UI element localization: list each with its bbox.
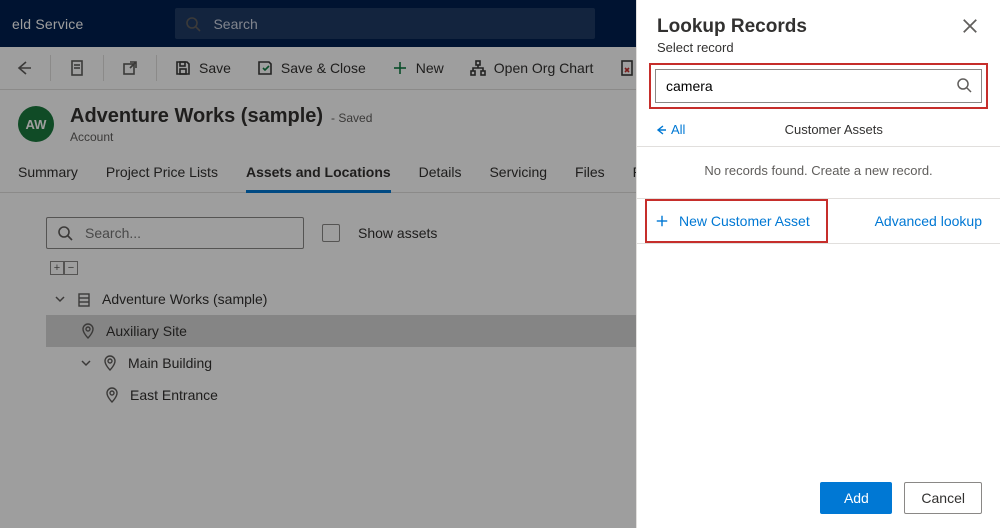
search-icon xyxy=(57,225,73,241)
org-label: Open Org Chart xyxy=(494,60,594,76)
global-search-input[interactable] xyxy=(211,15,585,33)
lookup-category: Customer Assets xyxy=(685,122,982,137)
new-button[interactable]: New xyxy=(382,47,454,89)
new-label: New Customer Asset xyxy=(679,213,810,229)
tab-summary[interactable]: Summary xyxy=(18,154,78,192)
new-label: New xyxy=(416,60,444,76)
app-name: eld Service xyxy=(0,16,95,32)
location-icon xyxy=(80,323,96,339)
divider xyxy=(156,55,157,81)
popout-icon xyxy=(122,60,138,76)
save-close-icon xyxy=(257,60,273,76)
save-close-button[interactable]: Save & Close xyxy=(247,47,376,89)
tree-node-label: East Entrance xyxy=(130,387,218,403)
no-results-message: No records found. Create a new record. xyxy=(637,147,1000,198)
tab-assets-locations[interactable]: Assets and Locations xyxy=(246,154,391,192)
plus-icon xyxy=(655,214,669,228)
divider xyxy=(50,55,51,81)
tree-search[interactable] xyxy=(46,217,304,249)
save-close-label: Save & Close xyxy=(281,60,366,76)
lookup-search-input[interactable] xyxy=(655,69,982,103)
global-search[interactable] xyxy=(175,8,595,39)
divider xyxy=(103,55,104,81)
tree-node-label: Adventure Works (sample) xyxy=(102,291,267,307)
tree-search-input[interactable] xyxy=(83,224,293,242)
arrow-left-icon xyxy=(16,60,32,76)
panel-title: Lookup Records xyxy=(657,16,807,38)
collapse-all-button[interactable]: − xyxy=(64,261,78,275)
search-icon xyxy=(956,77,972,93)
search-icon xyxy=(185,16,201,32)
new-customer-asset-button[interactable]: New Customer Asset xyxy=(655,207,822,235)
add-button[interactable]: Add xyxy=(820,482,892,514)
saved-indicator: - Saved xyxy=(331,111,372,125)
tree-node-label: Main Building xyxy=(128,355,212,371)
open-org-chart-button[interactable]: Open Org Chart xyxy=(460,47,604,89)
popout-button[interactable] xyxy=(112,47,148,89)
show-assets-label: Show assets xyxy=(358,225,437,241)
panel-subtitle: Select record xyxy=(657,40,807,55)
org-chart-icon xyxy=(470,60,486,76)
arrow-left-icon xyxy=(655,124,667,136)
document-icon xyxy=(69,60,85,76)
chevron-down-icon xyxy=(80,357,92,369)
tab-price-lists[interactable]: Project Price Lists xyxy=(106,154,218,192)
cancel-button[interactable]: Cancel xyxy=(904,482,982,514)
location-icon xyxy=(102,355,118,371)
tab-files[interactable]: Files xyxy=(575,154,605,192)
advanced-lookup-link[interactable]: Advanced lookup xyxy=(875,213,982,229)
record-title: Adventure Works (sample) xyxy=(70,105,323,128)
tab-servicing[interactable]: Servicing xyxy=(489,154,547,192)
form-selector-button[interactable] xyxy=(59,47,95,89)
lookup-back-all[interactable]: All xyxy=(655,122,685,137)
deactivate-icon xyxy=(619,60,635,76)
close-icon xyxy=(960,16,980,36)
save-label: Save xyxy=(199,60,231,76)
tree-node-label: Auxiliary Site xyxy=(106,323,187,339)
lookup-panel: Lookup Records Select record All Custome… xyxy=(636,0,1000,528)
back-button[interactable] xyxy=(6,47,42,89)
chevron-down-icon xyxy=(54,293,66,305)
expand-all-button[interactable]: + xyxy=(50,261,64,275)
tab-details[interactable]: Details xyxy=(419,154,462,192)
plus-icon xyxy=(392,60,408,76)
close-button[interactable] xyxy=(960,16,980,36)
location-icon xyxy=(104,387,120,403)
avatar: AW xyxy=(18,106,54,142)
back-all-label: All xyxy=(671,122,685,137)
building-icon xyxy=(76,291,92,307)
save-icon xyxy=(175,60,191,76)
show-assets-checkbox[interactable] xyxy=(322,224,340,242)
save-button[interactable]: Save xyxy=(165,47,241,89)
